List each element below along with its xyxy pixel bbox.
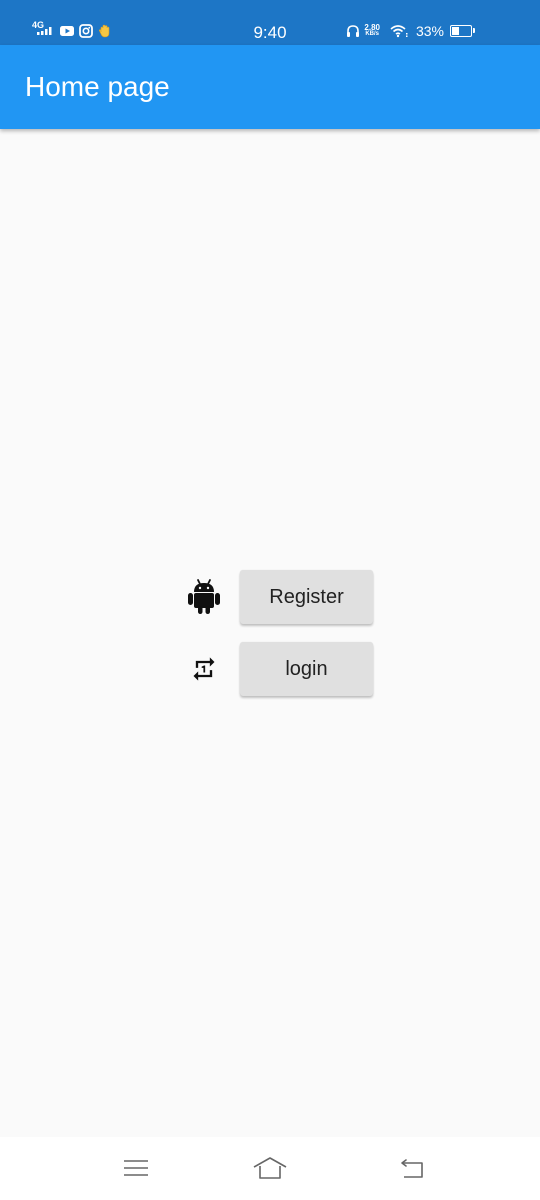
speed-value: 2.80 bbox=[364, 23, 380, 32]
speed-unit: KB/s bbox=[365, 31, 380, 37]
battery-tip bbox=[473, 28, 475, 33]
system-nav-bar bbox=[0, 1137, 540, 1200]
register-button[interactable]: Register bbox=[240, 570, 373, 624]
menu-button[interactable] bbox=[116, 1151, 156, 1185]
youtube-icon bbox=[60, 26, 74, 36]
wave-hand-icon bbox=[99, 24, 110, 38]
home-button[interactable] bbox=[250, 1151, 290, 1185]
login-button[interactable]: login bbox=[240, 642, 373, 696]
battery-icon bbox=[450, 25, 475, 37]
network-indicator: 4G bbox=[30, 14, 56, 38]
menu-icon bbox=[124, 1160, 148, 1176]
status-time: 9:40 bbox=[253, 23, 287, 42]
main-content: Register login bbox=[0, 129, 540, 1137]
wifi-icon bbox=[390, 25, 408, 38]
page-title: Home page bbox=[25, 71, 170, 102]
register-row: Register bbox=[186, 569, 373, 625]
android-icon bbox=[186, 579, 222, 615]
status-bar: 4G 9:40 2.80 KB/s 33% bbox=[0, 0, 540, 45]
repeat-one-icon bbox=[186, 651, 222, 687]
signal-icon bbox=[37, 27, 52, 35]
instagram-icon bbox=[79, 24, 93, 38]
back-button[interactable] bbox=[392, 1151, 432, 1185]
status-left: 4G bbox=[30, 14, 113, 38]
battery-percent: 33% bbox=[415, 23, 444, 39]
login-row: login bbox=[186, 641, 373, 697]
back-icon bbox=[401, 1159, 423, 1178]
headphones-icon bbox=[347, 25, 360, 37]
battery-fill bbox=[452, 27, 459, 35]
home-icon bbox=[253, 1157, 287, 1179]
status-right: 2.80 KB/s 33% bbox=[340, 20, 475, 42]
app-bar: Home page bbox=[0, 45, 540, 129]
network-speed: 2.80 KB/s bbox=[364, 24, 380, 38]
